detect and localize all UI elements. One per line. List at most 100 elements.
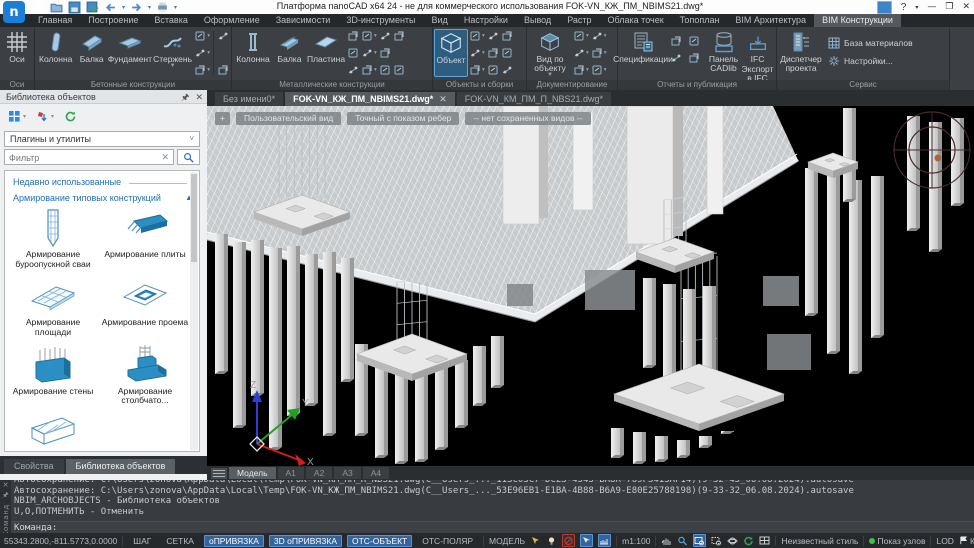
- help-button[interactable]: ?: [901, 2, 907, 13]
- no-constraints-icon[interactable]: [562, 534, 575, 547]
- redo-dropdown-icon[interactable]: ▾: [148, 4, 151, 11]
- tool-icon[interactable]: [217, 30, 229, 42]
- tool-icon[interactable]: ▾: [469, 64, 485, 76]
- metal-column-button[interactable]: Колонна: [233, 29, 273, 77]
- object-button[interactable]: Объект: [434, 29, 468, 77]
- saved-views-control[interactable]: -- нет сохраненных видов --: [465, 112, 590, 125]
- close-tab-icon[interactable]: ✕: [439, 92, 447, 106]
- rod-dropdown-icon[interactable]: ▼: [170, 64, 176, 69]
- tool-icon[interactable]: ▾: [573, 30, 589, 42]
- cli-close-icon[interactable]: ✕: [3, 481, 9, 489]
- pan-icon[interactable]: [661, 535, 672, 546]
- tab-bim-konstrukcii[interactable]: BIM Конструкции: [814, 14, 901, 27]
- search-button[interactable]: [177, 149, 200, 165]
- viewport-menu-control[interactable]: +: [215, 112, 230, 125]
- cadlib-panel-button[interactable]: Панель CADlib: [707, 29, 740, 77]
- filter-input[interactable]: [5, 151, 156, 165]
- concrete-beam-button[interactable]: Балка: [75, 29, 108, 77]
- print-icon[interactable]: [156, 2, 169, 13]
- undo-dropdown-icon[interactable]: ▾: [122, 4, 125, 11]
- save-all-icon[interactable]: [86, 2, 99, 13]
- tool-icon[interactable]: [501, 64, 513, 76]
- new-file-icon[interactable]: [32, 2, 45, 13]
- tool-icon[interactable]: [688, 50, 704, 65]
- tool-icon[interactable]: ▾: [573, 64, 589, 76]
- tool-icon[interactable]: ▾: [361, 64, 377, 76]
- tab-a4[interactable]: A4: [363, 467, 389, 479]
- tool-icon[interactable]: [670, 50, 686, 65]
- metal-plate-button[interactable]: Пластина: [306, 29, 346, 77]
- tool-icon[interactable]: ▾: [361, 30, 377, 42]
- refresh-button[interactable]: [64, 110, 77, 123]
- library-item-opening-reinforcement[interactable]: Армирование проема: [99, 275, 191, 337]
- regen-icon[interactable]: [743, 535, 754, 546]
- tool-icon[interactable]: ▾: [469, 30, 485, 42]
- cli-pin-icon[interactable]: 🖈: [2, 491, 8, 502]
- selection-cycling-icon[interactable]: [530, 535, 541, 546]
- tool-icon[interactable]: ▾: [591, 30, 607, 42]
- orbit-icon[interactable]: [727, 535, 738, 546]
- library-item-pile-reinforcement[interactable]: Армирование буроопускной сваи: [7, 207, 99, 269]
- library-item-footing-reinforcement[interactable]: Армирование столбчато...: [99, 344, 191, 406]
- tab-oformlenie[interactable]: Оформление: [196, 14, 268, 27]
- tab-properties[interactable]: Свойства: [4, 459, 64, 474]
- tool-icon[interactable]: ▾: [194, 64, 210, 76]
- specifications-button[interactable]: Спецификации: [619, 29, 667, 77]
- settings-button[interactable]: Настройки...: [828, 55, 913, 67]
- cursor-lock-icon[interactable]: [580, 534, 593, 547]
- dynamic-input-icon[interactable]: [598, 534, 611, 547]
- library-item-area-reinforcement[interactable]: Армирование площади: [7, 275, 99, 337]
- doc-tab-active[interactable]: FOK-VN_КЖ_ПМ_NBIMS21.dwg*✕: [285, 92, 455, 106]
- space-indicator[interactable]: МОДЕЛЬ: [489, 536, 525, 546]
- views-button[interactable]: ▾: [8, 110, 26, 123]
- tool-icon[interactable]: [393, 30, 405, 42]
- help-dropdown-icon[interactable]: ▾: [915, 4, 918, 11]
- scrollbar-thumb[interactable]: [191, 174, 197, 262]
- visual-style-selector[interactable]: Неизвестный стиль: [781, 536, 858, 546]
- insert-mode-button[interactable]: ▾: [36, 110, 54, 123]
- visual-style-control[interactable]: Точный с показом ребер: [347, 112, 459, 125]
- tool-icon[interactable]: [501, 47, 513, 59]
- undo-icon[interactable]: [104, 2, 117, 13]
- close-button[interactable]: ✕: [962, 2, 970, 12]
- whats-new-icon[interactable]: [877, 1, 892, 14]
- tool-icon[interactable]: [487, 30, 499, 42]
- zoom-window-icon[interactable]: [693, 534, 706, 547]
- tab-nastroyki[interactable]: Настройки: [456, 14, 516, 27]
- project-manager-button[interactable]: Диспетчер проекта: [778, 29, 824, 77]
- library-source-dropdown[interactable]: Плагины и утилиты ˅: [4, 131, 200, 147]
- doc-tab-unnamed[interactable]: Без имени0*: [215, 92, 283, 106]
- tool-icon[interactable]: ▾: [591, 47, 607, 59]
- redo-icon[interactable]: [130, 2, 143, 13]
- view-by-object-button[interactable]: Вид по объекту ▼: [528, 29, 572, 77]
- tab-glavnaya[interactable]: Главная: [30, 14, 80, 27]
- scale-indicator[interactable]: m1:100: [622, 536, 650, 546]
- tab-vyvod[interactable]: Вывод: [516, 14, 559, 27]
- tab-rastr[interactable]: Растр: [559, 14, 599, 27]
- tab-object-library[interactable]: Библиотека объектов: [66, 459, 176, 474]
- tool-icon[interactable]: [501, 30, 513, 42]
- command-line-panel[interactable]: ✕ 🖈 Команд Автосохранение: C:\Users\zono…: [0, 480, 974, 533]
- tool-icon[interactable]: ▾: [361, 47, 377, 59]
- tab-a3[interactable]: A3: [334, 467, 360, 479]
- save-icon[interactable]: [68, 2, 81, 13]
- tab-topoplan[interactable]: Топоплан: [672, 14, 728, 27]
- tab-a1[interactable]: A1: [278, 467, 304, 479]
- qat-options-icon[interactable]: ▾: [174, 4, 177, 11]
- axes-button[interactable]: Оси: [1, 29, 33, 77]
- concrete-foundation-button[interactable]: Фундамент: [108, 29, 152, 77]
- tab-a2[interactable]: A2: [306, 467, 332, 479]
- tool-icon[interactable]: [347, 30, 359, 42]
- concrete-column-button[interactable]: Колонна: [36, 29, 75, 77]
- tab-vid[interactable]: Вид: [424, 14, 456, 27]
- pin-icon[interactable]: 🖈: [181, 90, 189, 104]
- tool-icon[interactable]: ▾: [573, 47, 589, 59]
- toggle-otrack-polar[interactable]: ОТС-ПОЛЯР: [417, 535, 478, 547]
- model-canvas[interactable]: + Пользовательский вид Точный с показом …: [207, 106, 974, 466]
- section-typical-reinforcement[interactable]: Армирование типовых конструкций ▲: [13, 193, 193, 203]
- tab-zavisimosti[interactable]: Зависимости: [268, 14, 339, 27]
- tool-icon[interactable]: [379, 47, 391, 59]
- toggle-otrack-object[interactable]: ОТС-ОБЪЕКТ: [347, 535, 412, 547]
- export-ifc-button[interactable]: IFC Экспорт в IFC ▼: [740, 29, 775, 77]
- minimize-button[interactable]: —: [927, 2, 936, 12]
